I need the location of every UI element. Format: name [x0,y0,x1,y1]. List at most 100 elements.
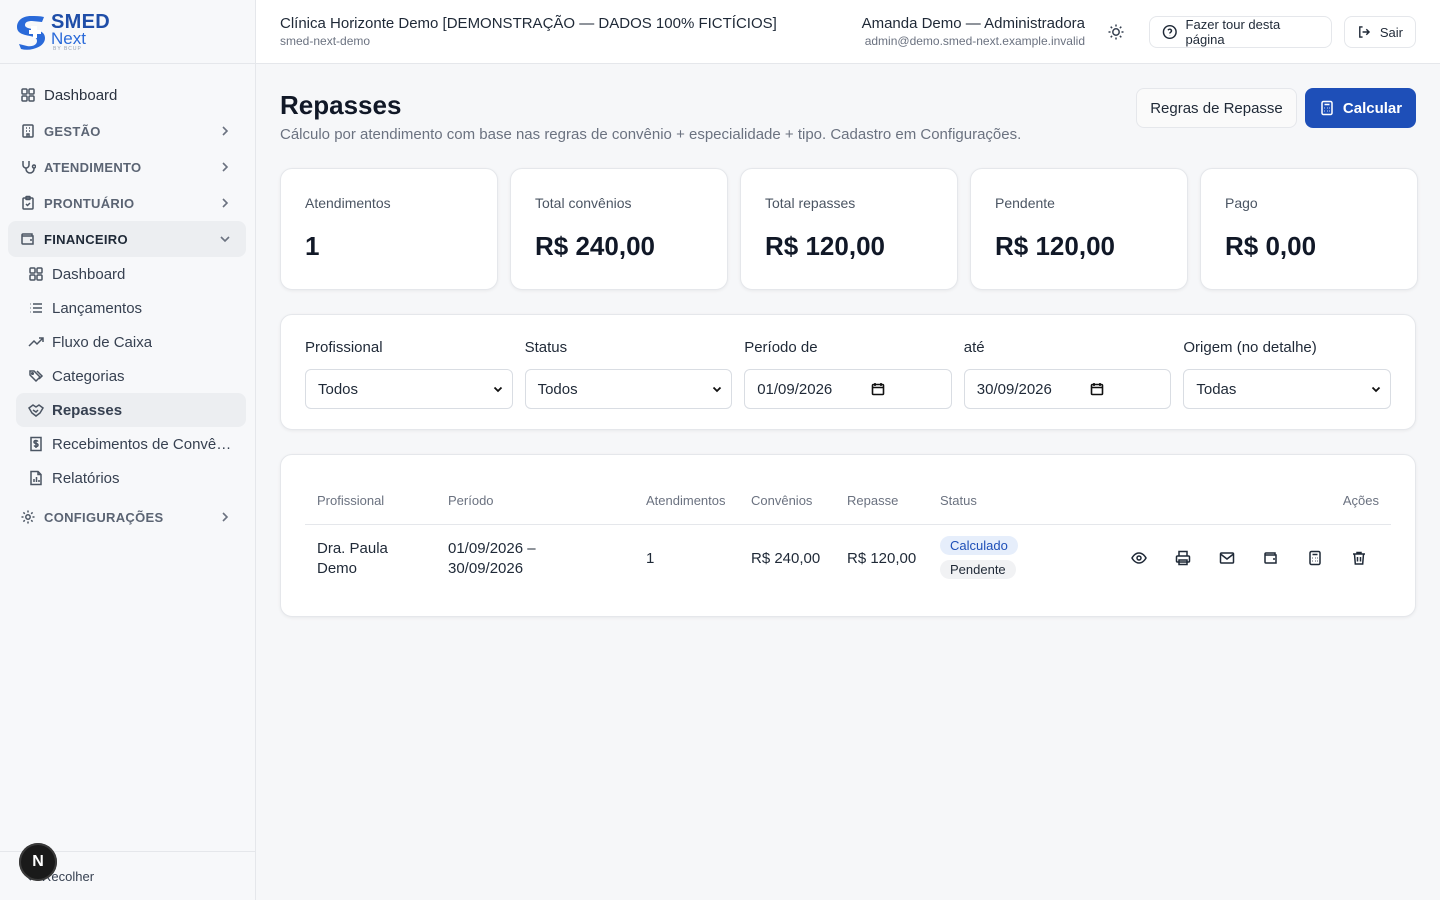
sidebar-group-gestao[interactable]: GESTÃO [8,113,246,149]
sidebar-item-fin-dashboard[interactable]: Dashboard [16,257,246,291]
report-icon [30,470,42,486]
filter-label: Origem (no detalhe) [1183,339,1317,356]
stat-label: Total convênios [535,195,632,211]
help-circle-icon [1162,24,1177,40]
calculator-icon[interactable] [1307,550,1323,566]
dashboard-icon [29,267,43,281]
receipt-icon [30,436,42,452]
filter-origin: Origem (no detalhe) Todas [1183,339,1391,409]
trend-icon [28,337,44,347]
page-tour-button[interactable]: Fazer tour desta página [1149,16,1332,48]
logout-button[interactable]: Sair [1344,16,1416,48]
user-info: Amanda Demo — Administradora admin@demo.… [862,15,1085,48]
column-header: Período [448,493,494,508]
sidebar-item-label: ATENDIMENTO [44,159,142,175]
transfer-rules-button[interactable]: Regras de Repasse [1136,88,1297,128]
sidebar-group-configuracoes[interactable]: CONFIGURAÇÕES [8,499,246,535]
sidebar-item-label: Dashboard [44,86,118,104]
cell-insurances: R$ 240,00 [751,550,821,567]
building-icon [22,124,34,138]
tour-label: Fazer tour desta página [1185,17,1281,47]
column-header: Profissional [317,493,385,508]
sidebar-group-atendimento[interactable]: ATENDIMENTO [8,149,246,185]
status-badge-pending: Pendente [940,560,1016,579]
trash-icon[interactable] [1351,550,1367,566]
cell-period-line1: 01/09/2026 – [448,540,536,557]
sidebar-item-categorias[interactable]: Categorias [16,359,246,393]
stat-label: Pago [1225,195,1258,211]
filter-label: Profissional [305,339,383,356]
sidebar-item-relatorios[interactable]: Relatórios [16,461,246,495]
select-value: Todas [1196,380,1237,398]
print-icon[interactable] [1175,550,1191,566]
view-eye-icon[interactable] [1131,550,1147,566]
stat-card-total-convenios: Total convênios R$ 240,00 [510,168,728,290]
sidebar-item-repasses[interactable]: Repasses [16,393,246,427]
filter-period-from: Período de 01/09/2026 [744,339,952,409]
chevron-down-icon [713,386,722,393]
chevron-down-icon [1371,386,1381,393]
chevron-right-icon [222,512,229,522]
sidebar-nav: Dashboard GESTÃO ATENDIMENTO PRONTUÁRIO … [0,64,255,535]
page-subtitle: Cálculo por atendimento com base nas reg… [280,126,1022,143]
calculate-label: Calcular [1342,99,1403,117]
filter-label: Status [524,339,568,356]
stat-card-atendimentos: Atendimentos 1 [280,168,498,290]
sidebar-item-recebimentos[interactable]: Recebimentos de Convênios [16,427,246,461]
financeiro-submenu: Dashboard Lançamentos Fluxo de Caixa Cat… [8,257,246,495]
sidebar-item-label: Categorias [52,367,125,385]
logo-mark-icon [17,15,45,50]
cell-attendances: 1 [646,550,655,567]
page-title: Repasses [280,90,402,120]
theme-toggle-sun-icon[interactable] [1106,22,1126,42]
user-email: admin@demo.smed-next.example.invalid [864,34,1085,48]
list-icon [30,303,42,313]
period-from-date-input[interactable]: 01/09/2026 [744,369,952,409]
stat-value: R$ 120,00 [995,231,1115,261]
stat-value: R$ 0,00 [1225,231,1317,261]
sidebar-item-label: FINANCEIRO [44,231,128,247]
sidebar-group-prontuario[interactable]: PRONTUÁRIO [8,185,246,221]
sidebar-item-label: Relatórios [52,469,120,487]
origin-select[interactable]: Todas [1183,369,1391,409]
status-select[interactable]: Todos [524,369,733,409]
select-value: Todos [537,380,578,398]
sidebar-item-label: PRONTUÁRIO [44,195,135,211]
brand-logo[interactable]: SMED Next BY BCUP [0,0,255,64]
stat-value: R$ 120,00 [765,231,885,261]
calendar-icon[interactable] [1090,382,1104,396]
chevron-right-icon [222,162,229,172]
cell-professional-line1: Dra. Paula [317,540,388,557]
tags-icon [29,370,44,383]
transfers-table: Profissional Período Atendimentos Convên… [280,454,1416,617]
handshake-icon [28,404,44,417]
sidebar-item-label: Dashboard [52,265,126,283]
period-to-date-input[interactable]: 30/09/2026 [963,369,1172,409]
stat-card-pendente: Pendente R$ 120,00 [970,168,1188,290]
stat-card-total-repasses: Total repasses R$ 120,00 [740,168,958,290]
date-value: 01/09/2026 [757,380,833,398]
calendar-icon[interactable] [871,382,885,396]
brand-tagline: BY BCUP [53,45,82,52]
gear-icon [21,510,35,524]
calculate-button[interactable]: Calcular [1305,88,1416,128]
sidebar-item-lancamentos[interactable]: Lançamentos [16,291,246,325]
filter-professional: Profissional Todos [305,339,513,409]
assistant-badge[interactable]: N [19,843,57,881]
sidebar-item-label: Fluxo de Caixa [52,333,153,351]
stat-label: Total repasses [765,195,856,211]
clinic-name: Clínica Horizonte Demo [DEMONSTRAÇÃO — D… [280,15,777,32]
professional-select[interactable]: Todos [305,369,513,409]
dashboard-icon [21,88,35,102]
stat-value: R$ 240,00 [535,231,655,261]
filters-panel: Profissional Todos Status Todos Período … [280,314,1416,430]
stat-label: Pendente [995,195,1055,211]
sidebar-item-dashboard[interactable]: Dashboard [8,77,246,113]
logout-icon [1359,26,1371,38]
sidebar-group-financeiro[interactable]: FINANCEIRO [8,221,246,257]
column-header: Ações [1342,493,1379,508]
filter-label: Período de [744,339,818,356]
email-icon[interactable] [1219,550,1235,566]
wallet-pay-icon[interactable] [1263,550,1279,566]
sidebar-item-fluxo-caixa[interactable]: Fluxo de Caixa [16,325,246,359]
